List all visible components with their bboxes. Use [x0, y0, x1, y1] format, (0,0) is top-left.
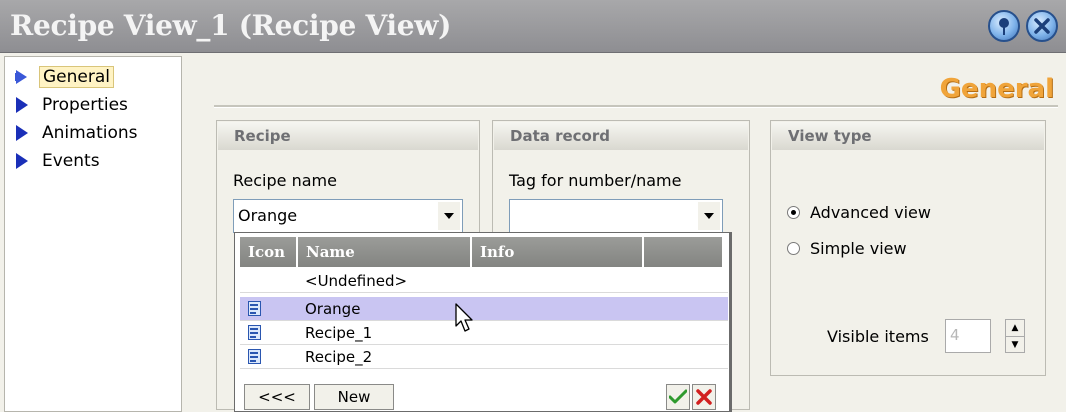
spin-up-icon[interactable]: ▲	[1006, 320, 1024, 336]
list-item[interactable]: <Undefined>	[240, 269, 728, 293]
radio-label: Simple view	[810, 239, 907, 258]
back-button[interactable]: <<<	[244, 384, 310, 410]
arrow-right-icon	[16, 97, 28, 113]
recipe-name-label: Recipe name	[233, 171, 337, 190]
tag-label: Tag for number/name	[509, 171, 682, 190]
arrow-right-icon	[16, 153, 28, 169]
recipe-icon	[248, 301, 261, 316]
recipe-dropdown-list[interactable]: Icon Name Info <Undefined> Orange Recipe…	[234, 232, 732, 412]
group-header: Recipe	[218, 122, 478, 150]
section-divider	[214, 105, 1058, 108]
radio-label: Advanced view	[810, 203, 931, 222]
dropdown-button[interactable]	[698, 202, 720, 230]
view-type-group: View type Advanced view Simple view Visi…	[770, 120, 1046, 376]
nav-item-events[interactable]: Events	[15, 149, 103, 173]
cancel-button[interactable]	[692, 384, 716, 410]
new-recipe-button[interactable]: New	[314, 384, 394, 410]
section-title: General	[939, 74, 1054, 104]
recipe-icon	[248, 325, 261, 340]
column-header-extra[interactable]	[644, 237, 722, 267]
close-icon	[1034, 18, 1050, 34]
tag-combobox[interactable]	[509, 199, 723, 233]
nav-item-label: Animations	[42, 123, 138, 143]
radio-simple-view[interactable]: Simple view	[787, 239, 907, 258]
combobox-value: Orange	[238, 206, 298, 225]
recipe-icon	[248, 349, 261, 364]
visible-items-label: Visible items	[827, 327, 929, 346]
radio-advanced-view[interactable]: Advanced view	[787, 203, 931, 222]
mouse-cursor-icon	[455, 303, 473, 332]
nav-item-label: Properties	[42, 95, 128, 115]
pin-icon	[999, 18, 1009, 35]
group-header: Data record	[494, 122, 748, 150]
cross-icon	[696, 389, 712, 405]
checkmark-icon	[669, 389, 687, 404]
row-name: <Undefined>	[305, 272, 408, 290]
arrow-right-icon	[16, 125, 28, 141]
chevron-down-icon	[704, 213, 714, 219]
nav-item-label: Events	[42, 151, 100, 171]
radio-indicator	[787, 242, 800, 255]
column-header-name[interactable]: Name	[298, 237, 472, 267]
list-header: Icon Name Info	[240, 237, 722, 267]
spin-down-icon[interactable]: ▼	[1006, 336, 1024, 353]
window-title: Recipe View_1 (Recipe View)	[10, 9, 452, 42]
title-bar: Recipe View_1 (Recipe View)	[0, 0, 1066, 53]
row-name: Recipe_1	[305, 324, 373, 342]
nav-item-properties[interactable]: Properties	[15, 93, 131, 117]
dropdown-button[interactable]	[438, 202, 460, 230]
help-pin-button[interactable]	[988, 10, 1020, 42]
list-item[interactable]: Orange	[240, 297, 728, 321]
row-name: Orange	[305, 300, 361, 318]
close-button[interactable]	[1026, 10, 1058, 42]
visible-items-field[interactable]: 4	[945, 319, 991, 353]
radio-indicator	[787, 206, 800, 219]
arrow-right-icon	[15, 70, 27, 84]
property-nav: General Properties Animations Events	[4, 56, 182, 412]
nav-item-animations[interactable]: Animations	[15, 121, 141, 145]
group-header: View type	[772, 122, 1044, 150]
nav-item-general[interactable]: General	[15, 65, 114, 89]
column-header-icon[interactable]: Icon	[240, 237, 298, 267]
row-name: Recipe_2	[305, 348, 373, 366]
list-item[interactable]: Recipe_2	[240, 345, 728, 369]
spinner-buttons[interactable]: ▲ ▼	[1005, 319, 1025, 353]
column-header-info[interactable]: Info	[472, 237, 644, 267]
nav-item-label: General	[39, 66, 114, 88]
list-item[interactable]: Recipe_1	[240, 321, 728, 345]
recipe-name-combobox[interactable]: Orange	[233, 199, 463, 233]
chevron-down-icon	[444, 213, 454, 219]
confirm-button[interactable]	[666, 384, 690, 410]
